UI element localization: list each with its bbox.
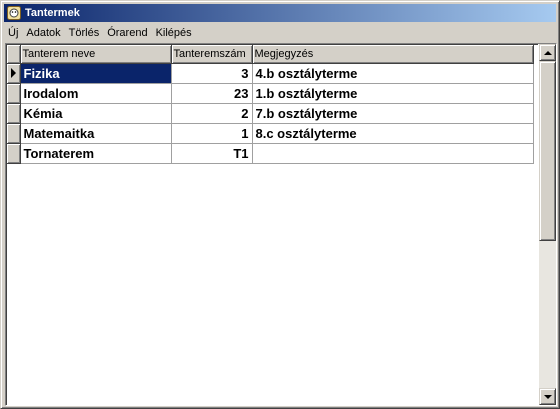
cell-name[interactable]: Tornaterem	[20, 143, 172, 164]
data-grid[interactable]: Tanterem neve Tanteremszám Megjegyzés Fi…	[5, 43, 557, 406]
cell-number[interactable]: 1	[171, 123, 253, 144]
row-indicator[interactable]	[7, 63, 21, 84]
table-row[interactable]: Fizika 3 4.b osztályterme	[7, 63, 534, 84]
arrow-down-icon	[543, 394, 552, 399]
table-row[interactable]: Tornaterem T1	[7, 143, 534, 164]
table-row[interactable]: Kémia 2 7.b osztályterme	[7, 103, 534, 124]
header-indicator	[7, 45, 21, 64]
window-title: Tantermek	[25, 7, 80, 19]
menu-item-adatok[interactable]: Adatok	[22, 24, 64, 42]
column-header-number[interactable]: Tanteremszám	[171, 45, 253, 64]
row-indicator[interactable]	[7, 123, 21, 144]
menu-bar: Új Adatok Törlés Órarend Kilépés	[4, 24, 556, 42]
menu-item-uj[interactable]: Új	[4, 24, 22, 42]
row-indicator[interactable]	[7, 83, 21, 104]
menu-item-orarend[interactable]: Órarend	[103, 24, 151, 42]
app-icon[interactable]	[6, 5, 22, 21]
cell-note[interactable]: 8.c osztályterme	[252, 123, 534, 144]
header-row: Tanterem neve Tanteremszám Megjegyzés	[7, 45, 534, 64]
current-row-arrow-icon	[11, 68, 16, 78]
scroll-thumb[interactable]	[539, 61, 556, 241]
cell-note[interactable]: 7.b osztályterme	[252, 103, 534, 124]
table-row[interactable]: Matemaitka 1 8.c osztályterme	[7, 123, 534, 144]
row-indicator[interactable]	[7, 143, 21, 164]
cell-name[interactable]: Irodalom	[20, 83, 172, 104]
cell-number[interactable]: 2	[171, 103, 253, 124]
arrow-up-icon	[543, 50, 552, 55]
table-row[interactable]: Irodalom 23 1.b osztályterme	[7, 83, 534, 104]
cell-note[interactable]: 1.b osztályterme	[252, 83, 534, 104]
column-header-name[interactable]: Tanterem neve	[20, 45, 172, 64]
menu-item-torles[interactable]: Törlés	[65, 24, 104, 42]
grid-viewport[interactable]: Tanterem neve Tanteremszám Megjegyzés Fi…	[6, 44, 538, 405]
menu-item-kilepes[interactable]: Kilépés	[152, 24, 196, 42]
cell-number[interactable]: 23	[171, 83, 253, 104]
cell-number[interactable]: T1	[171, 143, 253, 164]
title-bar[interactable]: Tantermek	[4, 4, 556, 22]
scroll-up-button[interactable]	[539, 44, 556, 61]
scroll-down-button[interactable]	[539, 388, 556, 405]
cell-name[interactable]: Kémia	[20, 103, 172, 124]
classroom-table: Tanterem neve Tanteremszám Megjegyzés Fi…	[7, 45, 534, 164]
cell-note[interactable]: 4.b osztályterme	[252, 63, 534, 84]
column-header-note[interactable]: Megjegyzés	[252, 45, 534, 64]
tantermek-window: Tantermek Új Adatok Törlés Órarend Kilép…	[0, 0, 560, 409]
cell-number[interactable]: 3	[171, 63, 253, 84]
row-indicator[interactable]	[7, 103, 21, 124]
vertical-scrollbar[interactable]	[539, 44, 556, 405]
cell-note[interactable]	[252, 143, 534, 164]
cell-name[interactable]: Matemaitka	[20, 123, 172, 144]
cell-name[interactable]: Fizika	[20, 63, 172, 84]
